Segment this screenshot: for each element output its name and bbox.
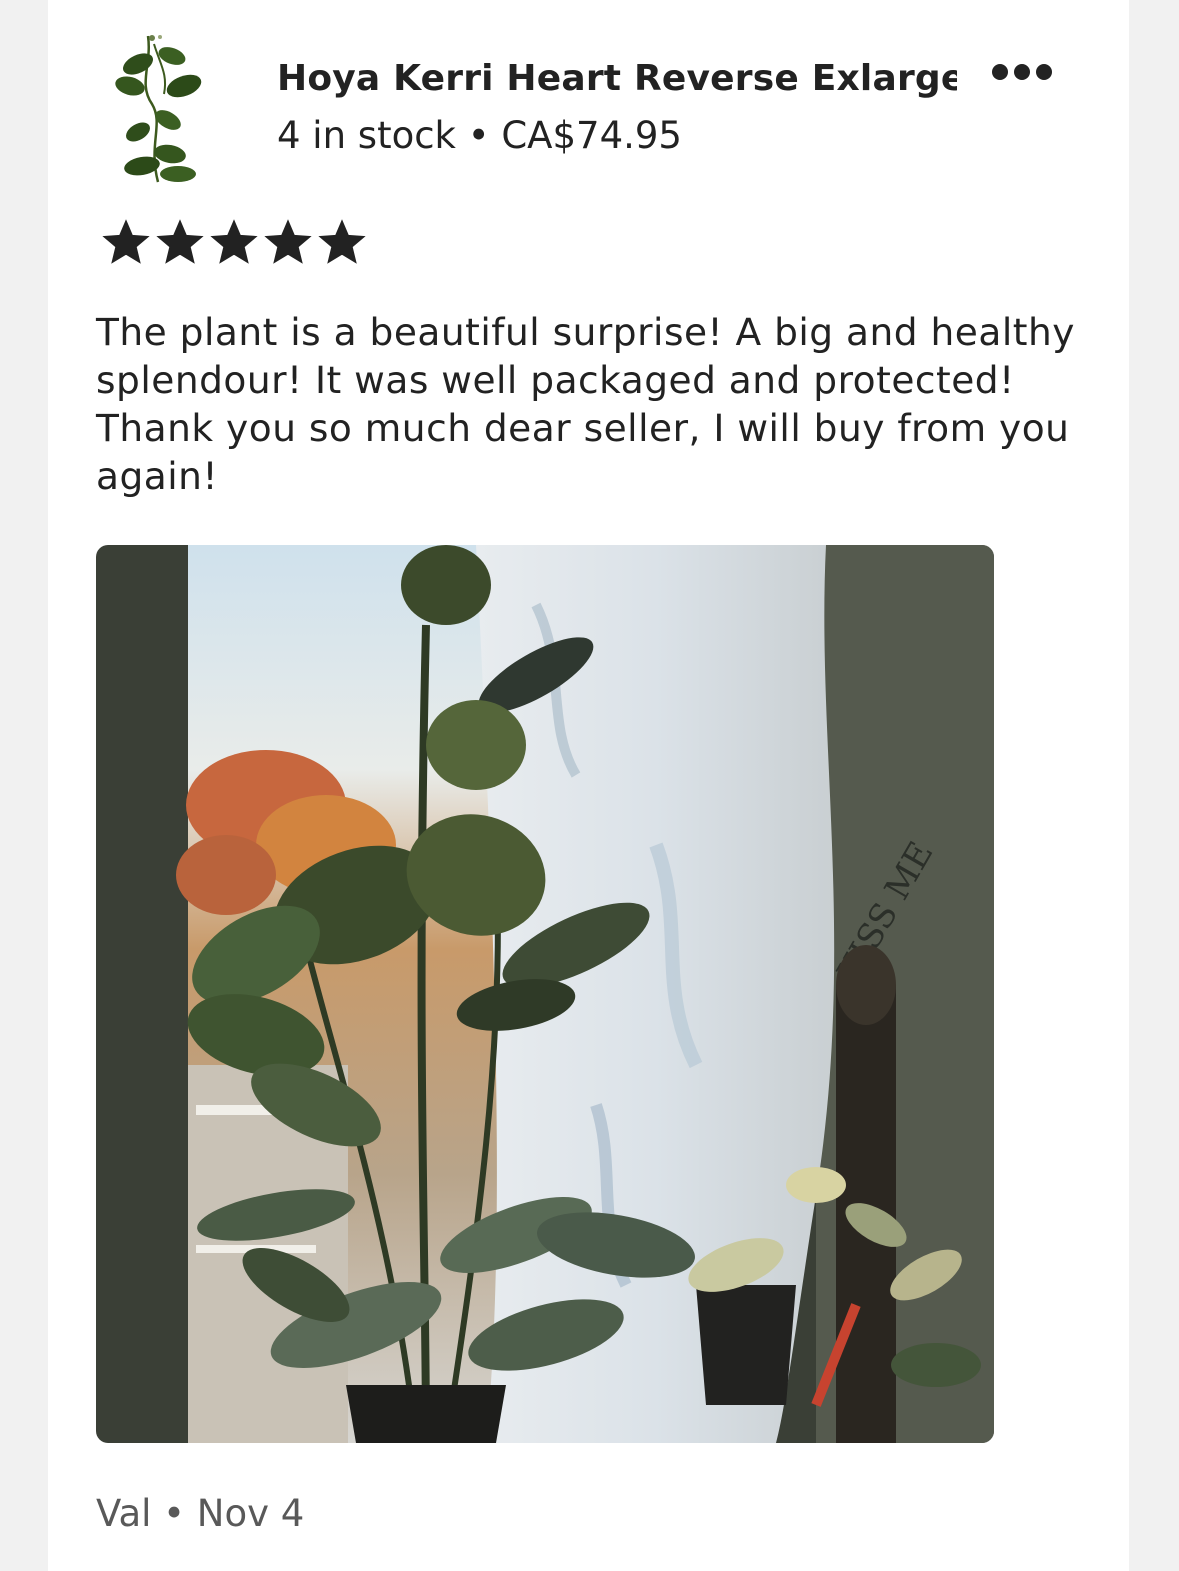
review-photo[interactable]: KISS ME <box>96 545 994 1443</box>
hoya-plant-thumbnail-icon <box>115 35 202 183</box>
byline-separator: • <box>163 1492 185 1535</box>
star-filled-icon <box>318 219 366 264</box>
star-rating <box>100 216 368 270</box>
more-options-button[interactable] <box>986 56 1058 88</box>
star-filled-icon <box>156 219 204 264</box>
review-date: Nov 4 <box>196 1492 305 1535</box>
review-photo-image: KISS ME <box>96 545 994 1443</box>
more-horizontal-icon <box>992 64 1052 80</box>
listing-price: CA$74.95 <box>501 114 682 157</box>
listing-thumbnail[interactable] <box>108 34 212 184</box>
reviewer-name[interactable]: Val <box>96 1492 151 1535</box>
star-filled-icon <box>210 219 258 264</box>
stock-count: 4 in stock <box>277 114 456 157</box>
listing-title[interactable]: Hoya Kerri Heart Reverse Exlarge... <box>277 58 957 99</box>
star-filled-icon <box>102 219 150 264</box>
star-filled-icon <box>264 219 312 264</box>
review-byline: Val • Nov 4 <box>96 1492 304 1535</box>
review-text: The plant is a beautiful surprise! A big… <box>96 310 1075 498</box>
listing-stock-price: 4 in stock • CA$74.95 <box>277 114 682 157</box>
meta-separator: • <box>467 114 490 157</box>
